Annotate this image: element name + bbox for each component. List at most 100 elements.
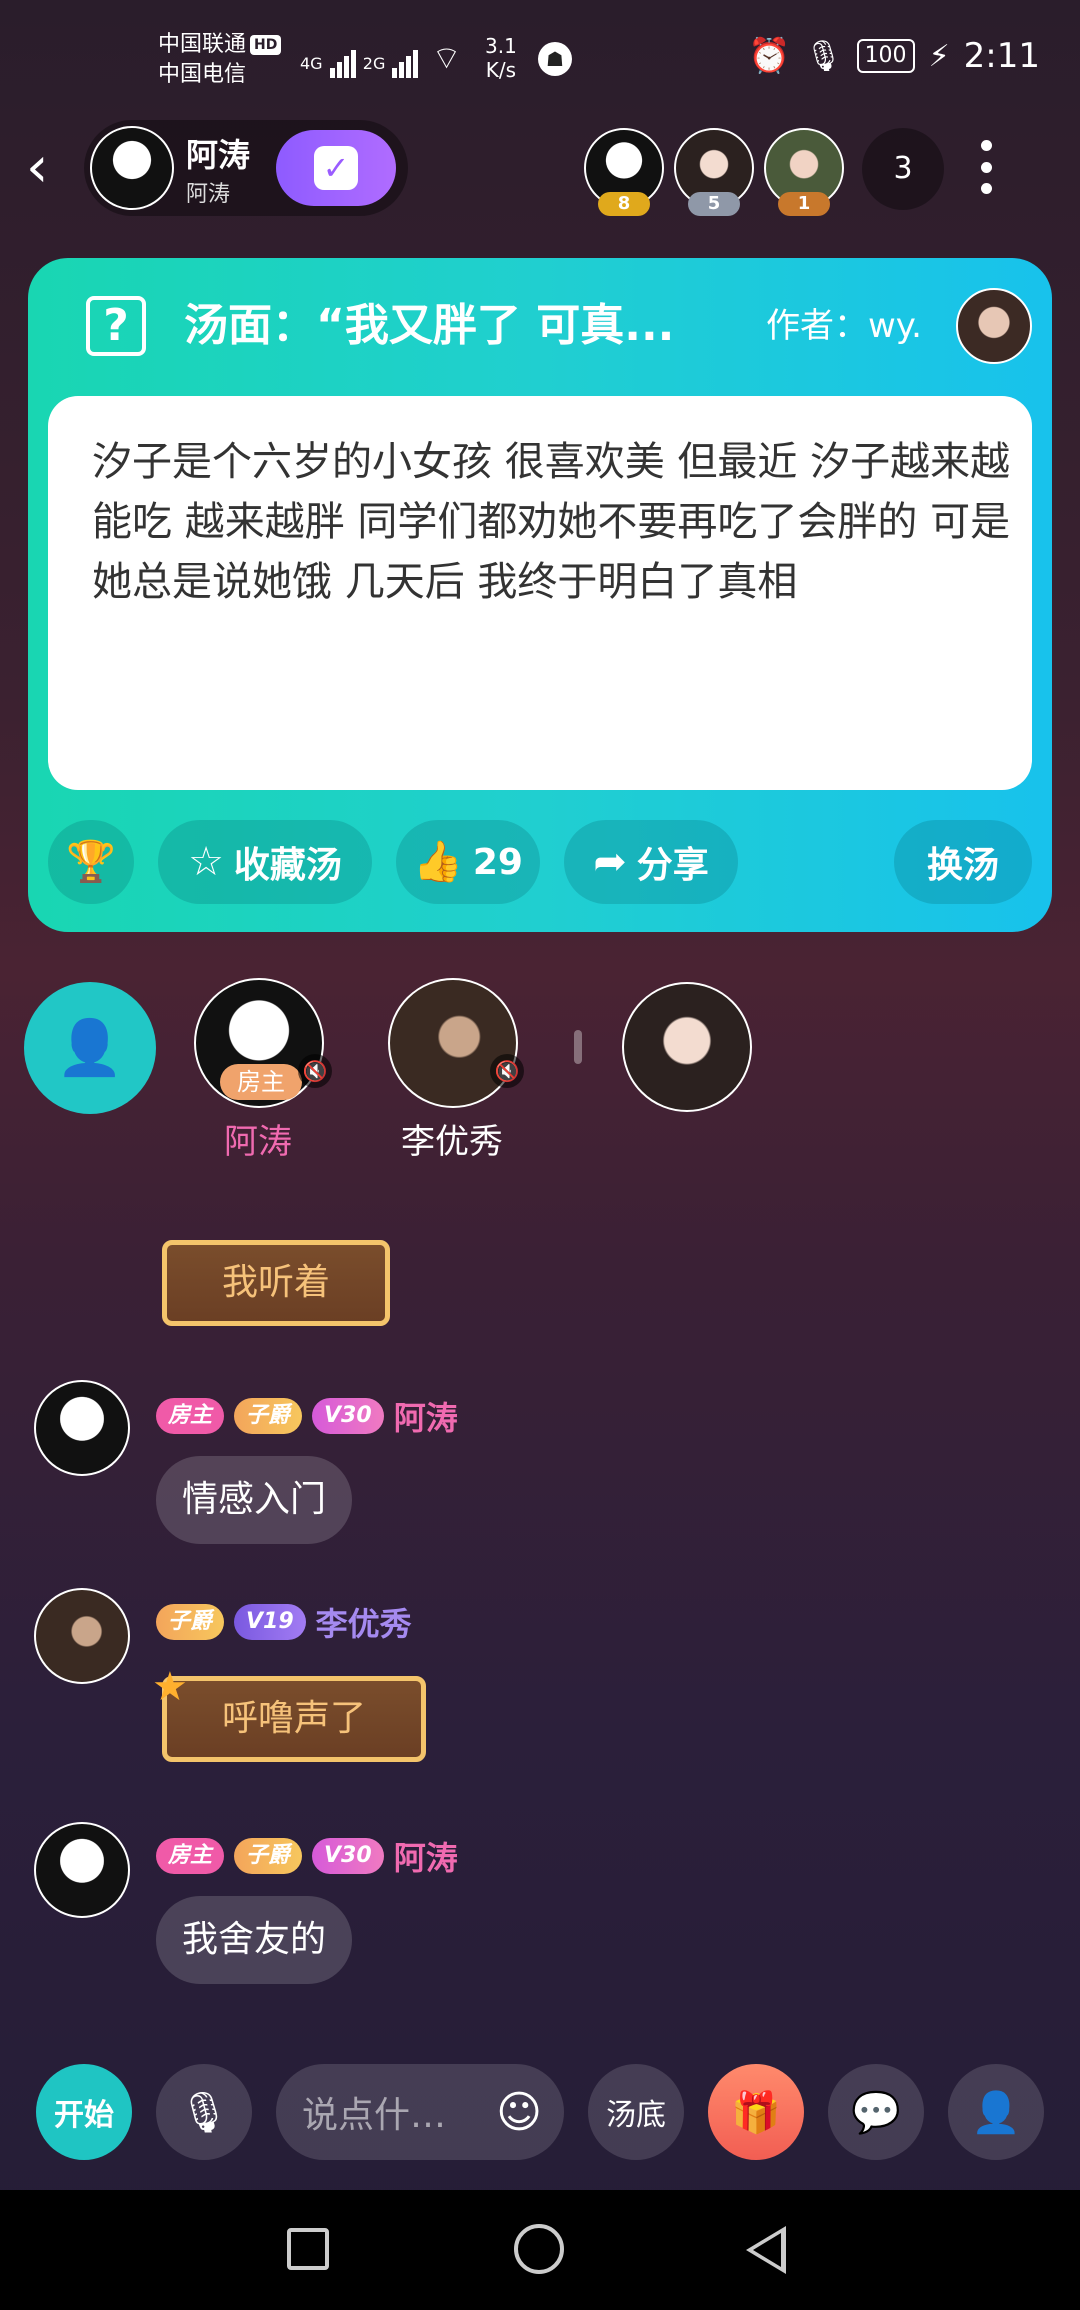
owner-badge: 房主 [156,1838,225,1874]
network-type-2: 2G [362,54,386,73]
add-user-icon: 👤 [971,2089,1021,2136]
favorite-button[interactable]: ☆ 收藏汤 [158,820,372,904]
noble-badge: 子爵 [234,1838,303,1874]
star-icon: ☆ [188,839,224,885]
vip-badge: V30 [312,1838,384,1874]
noble-badge: 子爵 [234,1398,303,1434]
puzzle-author: 作者：wy. [766,306,922,346]
mic-muted-icon: 🔇 [490,1054,524,1088]
chat-username[interactable]: 阿涛 [394,1833,458,1879]
question-icon: ? [86,296,146,356]
gift-button[interactable]: 🎁 [708,2064,804,2160]
puzzle-text: 汐子是个六岁的小女孩 很喜欢美 但最近 汐子越来越能吃 越来越胖 同学们都劝她不… [92,439,1011,605]
charging-icon: ⚡ [928,38,950,74]
chat-message: 情感入门 [156,1456,353,1544]
emoji-icon[interactable]: ☺ [496,2087,542,2138]
add-user-icon: 👤 [56,1016,124,1079]
battery-indicator: 100 [856,39,915,73]
invite-to-mic-button[interactable]: 👤 [24,982,156,1114]
owner-tag: 房主 [220,1064,302,1100]
follow-button[interactable]: ✓ [276,130,396,206]
share-arrow-icon: ➦ [593,839,627,885]
message-icon: 💬 [851,2089,901,2136]
viewer-level-badge: 5 [688,192,740,216]
mic-seat-2-name: 李优秀 [401,1122,503,1162]
chat-user-tags: 子爵 V19 李优秀 [156,1599,412,1645]
viewer-avatar-3[interactable]: 1 [764,128,844,216]
mic-seat-2-avatar[interactable] [388,978,518,1108]
share-button[interactable]: ➦ 分享 [564,820,738,904]
carrier-2: 中国电信 [158,62,247,87]
mic-off-button[interactable]: 🎙 [156,2064,252,2160]
mic-muted-icon: 🔇 [298,1054,332,1088]
chat-input-placeholder: 说点什… [302,2095,447,2136]
status-right: ⏰ 🎙 100 ⚡ 2:11 [748,36,1040,76]
star-icon: ★ [152,1664,188,1710]
wifi-icon: ⌔ [431,39,462,77]
puzzle-body: 汐子是个六岁的小女孩 很喜欢美 但最近 汐子越来越能吃 越来越胖 同学们都劝她不… [48,396,1032,790]
viewer-avatar-1[interactable]: 8 [584,128,664,216]
signal-icons: 4G 2G ⌔ [300,38,462,78]
alarm-icon: ⏰ [748,36,791,76]
carrier-1: 中国联通 [158,32,247,57]
trophy-button[interactable]: 🏆 [48,820,134,904]
microphone-icon: 🎙 [804,38,843,74]
chat-message: 我舍友的 [156,1896,353,1984]
carrier-info: 中国联通 HD 中国电信 [158,30,282,90]
host-avatar[interactable] [90,126,174,210]
puzzle-card: ? 汤面：“我又胖了 可真... 作者：wy. 汐子是个六岁的小女孩 很喜欢美 … [28,258,1052,932]
switch-puzzle-button[interactable]: 换汤 [894,820,1032,904]
puzzle-title: 汤面：“我又胖了 可真... [184,300,675,351]
seat-divider [574,1030,582,1064]
message-button[interactable]: 💬 [828,2064,924,2160]
noble-badge: 子爵 [156,1604,225,1640]
vip-badge: V19 [234,1604,306,1640]
network-speed: 3.1 K/s [485,34,517,82]
trophy-icon: 🏆 [66,839,116,885]
audience-seat-avatar[interactable] [622,982,752,1112]
host-name: 阿涛 [186,136,251,174]
chat-input[interactable]: 说点什… ☺ [276,2064,564,2160]
status-bar: 中国联通 HD 中国电信 4G 2G ⌔ 3.1 K/s ☗ ⏰ 🎙 100 ⚡ … [0,0,1080,120]
signal-bars-icon [392,50,420,78]
thumbs-up-icon: 👍 [413,839,463,885]
gift-message-bubble: 呼噜声了 [162,1676,426,1762]
chat-username[interactable]: 阿涛 [394,1393,458,1439]
chat-avatar[interactable] [34,1588,130,1684]
signal-bars-icon [329,50,358,78]
chat-user-tags: 房主 子爵 V30 阿涛 [156,1393,458,1439]
answer-button[interactable]: 汤底 [588,2064,684,2160]
viewer-level-badge: 1 [778,192,830,216]
system-nav-bar [0,2190,1080,2310]
chat-username[interactable]: 李优秀 [316,1599,412,1645]
mic-off-icon: 🎙 [178,2089,230,2136]
author-avatar[interactable] [956,288,1032,364]
mic-seat-1-name: 阿涛 [224,1122,292,1162]
viewer-count[interactable]: 3 [862,128,944,210]
vip-badge: V30 [312,1398,384,1434]
more-options-icon[interactable] [972,132,1000,202]
host-subtitle: 阿涛 [186,182,231,207]
back-icon[interactable]: ‹ [26,140,70,196]
start-button[interactable]: 开始 [36,2064,132,2160]
gift-box-icon: 🎁 [731,2089,781,2136]
home-icon[interactable] [514,2224,564,2274]
host-profile-pill[interactable]: 阿涛 阿涛 ✓ [84,120,408,216]
chat-user-tags: 房主 子爵 V30 阿涛 [156,1833,458,1879]
viewer-level-badge: 8 [598,192,650,216]
like-button[interactable]: 👍 29 [396,820,540,904]
clock: 2:11 [963,36,1040,76]
viewer-avatar-2[interactable]: 5 [674,128,754,216]
app-notification-icon: ☗ [538,42,572,76]
add-friend-button[interactable]: 👤 [948,2064,1044,2160]
recent-apps-icon[interactable] [287,2228,329,2270]
network-type-1: 4G [300,54,323,73]
chat-avatar[interactable] [34,1380,130,1476]
hd-badge: HD [250,35,282,55]
owner-badge: 房主 [156,1398,225,1434]
check-icon: ✓ [314,146,358,190]
gift-message-bubble: 我听着 [162,1240,390,1326]
system-back-icon[interactable] [746,2226,786,2274]
chat-avatar[interactable] [34,1822,130,1918]
like-count: 29 [472,841,523,883]
